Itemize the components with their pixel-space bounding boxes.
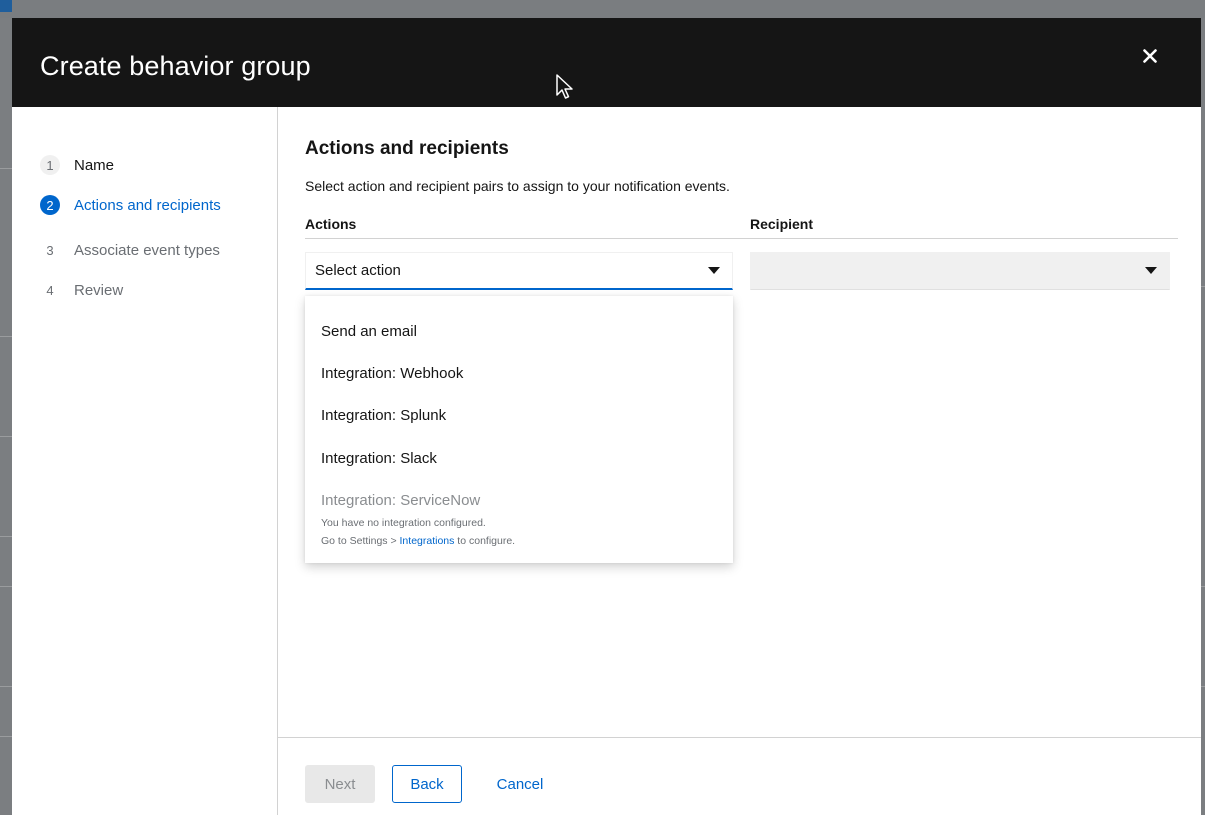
back-button[interactable]: Back bbox=[392, 765, 462, 803]
backdrop-divider bbox=[0, 536, 12, 537]
backdrop-divider bbox=[0, 736, 12, 737]
help-text-prefix: Go to Settings > bbox=[321, 535, 400, 547]
backdrop-divider bbox=[0, 168, 12, 169]
mouse-pointer-icon bbox=[556, 74, 573, 99]
wizard-step-actions-and-recipients[interactable]: 2 Actions and recipients bbox=[40, 193, 221, 217]
dropdown-option-splunk[interactable]: Integration: Splunk bbox=[321, 407, 446, 424]
step-number: 2 bbox=[40, 195, 60, 215]
step-label: Name bbox=[74, 156, 115, 174]
backdrop-fragment bbox=[0, 0, 12, 12]
backdrop-divider bbox=[0, 336, 12, 337]
modal-title: Create behavior group bbox=[40, 51, 311, 81]
step-label: Associate event types bbox=[74, 241, 220, 259]
step-number: 3 bbox=[46, 242, 54, 258]
caret-down-icon bbox=[1145, 267, 1157, 275]
wizard-step-name[interactable]: 1 Name bbox=[40, 153, 114, 177]
wizard-footer: Next Back Cancel bbox=[278, 737, 1201, 815]
wizard-step-associate-event-types[interactable]: 3 Associate event types bbox=[40, 238, 220, 262]
actions-column-header: Actions bbox=[305, 216, 357, 232]
caret-down-icon bbox=[708, 266, 720, 275]
recipient-select[interactable] bbox=[750, 252, 1170, 290]
wizard-nav: 1 Name 2 Actions and recipients 3 Associ… bbox=[12, 107, 278, 815]
action-dropdown-menu: Send an email Integration: Webhook Integ… bbox=[305, 296, 733, 563]
section-title: Actions and recipients bbox=[305, 138, 509, 159]
close-button[interactable] bbox=[1136, 42, 1164, 70]
dropdown-option-description: You have no integration configured. bbox=[321, 517, 486, 529]
backdrop-top bbox=[0, 0, 1205, 18]
help-text-suffix: to configure. bbox=[454, 535, 516, 547]
header-divider bbox=[305, 238, 1178, 239]
step-label: Actions and recipients bbox=[74, 196, 221, 214]
recipient-column-header: Recipient bbox=[750, 216, 814, 232]
backdrop-divider bbox=[0, 686, 12, 687]
cancel-button[interactable]: Cancel bbox=[484, 765, 556, 803]
dropdown-option-webhook[interactable]: Integration: Webhook bbox=[321, 365, 463, 382]
modal-header: Create behavior group bbox=[12, 18, 1201, 107]
integrations-link[interactable]: Integrations bbox=[400, 535, 455, 547]
dropdown-option-servicenow: Integration: ServiceNow bbox=[321, 492, 481, 509]
backdrop-divider bbox=[1201, 586, 1205, 587]
dropdown-option-slack[interactable]: Integration: Slack bbox=[321, 450, 437, 467]
wizard-main: Actions and recipients Select action and… bbox=[278, 107, 1201, 737]
dropdown-option-send-email[interactable]: Send an email bbox=[321, 323, 417, 340]
dropdown-option-help-text: Go to Settings > Integrations to configu… bbox=[321, 535, 515, 547]
backdrop-divider bbox=[0, 436, 12, 437]
backdrop-divider bbox=[1201, 286, 1205, 287]
backdrop-left bbox=[0, 18, 12, 815]
next-button[interactable]: Next bbox=[305, 765, 375, 803]
step-number: 4 bbox=[46, 282, 54, 298]
step-label: Review bbox=[74, 281, 124, 299]
step-number: 1 bbox=[40, 155, 60, 175]
close-icon bbox=[1143, 49, 1157, 63]
backdrop-right bbox=[1201, 18, 1205, 815]
action-select[interactable]: Select action bbox=[305, 252, 733, 290]
create-behavior-group-modal: Create behavior group 1 Name 2 Actions a… bbox=[12, 18, 1201, 815]
backdrop-divider bbox=[1201, 686, 1205, 687]
action-select-value: Select action bbox=[315, 262, 401, 279]
section-description: Select action and recipient pairs to ass… bbox=[305, 178, 730, 194]
wizard-step-review[interactable]: 4 Review bbox=[40, 278, 123, 302]
backdrop-divider bbox=[0, 586, 12, 587]
